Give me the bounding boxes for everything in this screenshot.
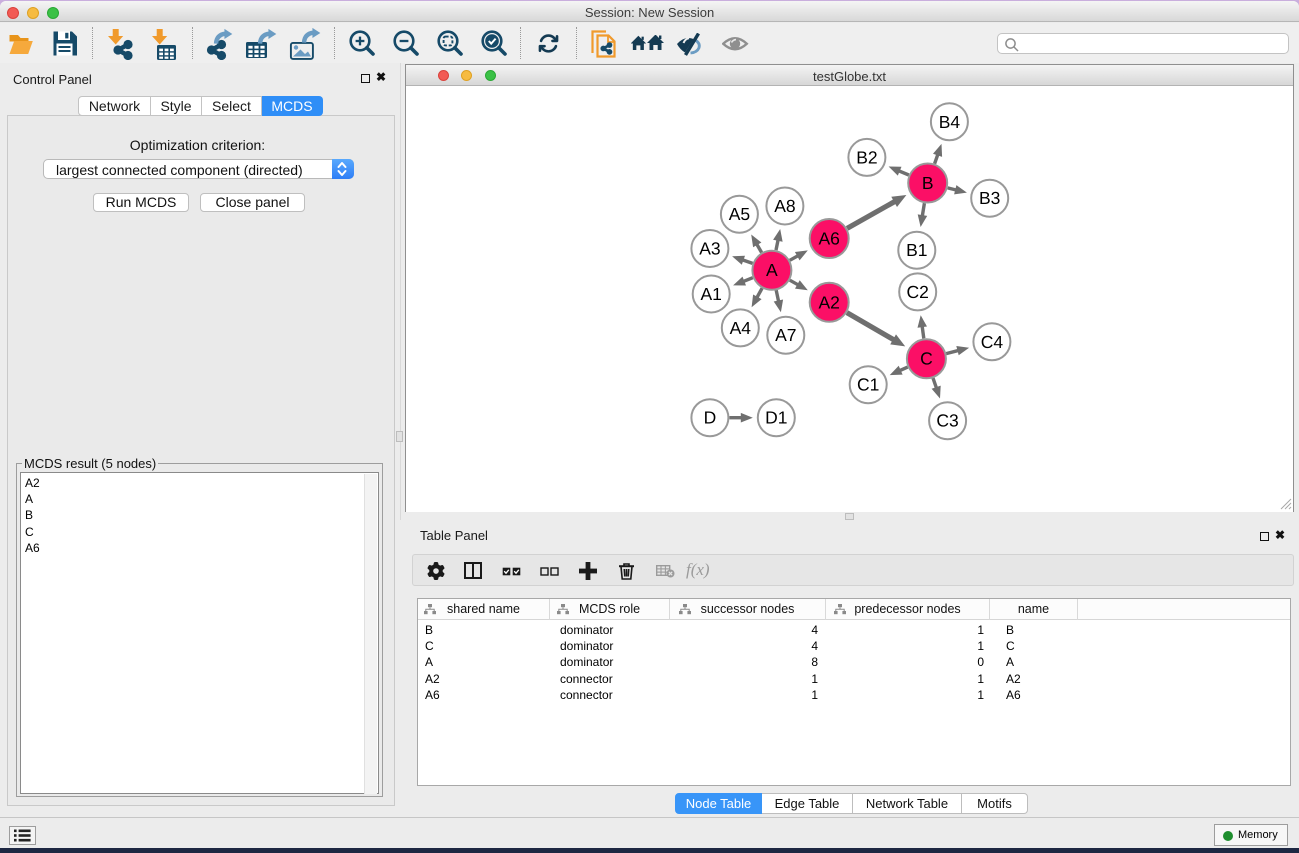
svg-text:A5: A5 [729, 204, 750, 224]
svg-text:B3: B3 [979, 188, 1000, 208]
svg-text:B: B [922, 173, 934, 193]
svg-text:A6: A6 [818, 229, 839, 249]
svg-text:B1: B1 [906, 240, 927, 260]
svg-text:C1: C1 [857, 375, 879, 395]
svg-text:D1: D1 [765, 408, 787, 428]
svg-text:A1: A1 [700, 284, 721, 304]
svg-text:C4: C4 [981, 332, 1004, 352]
svg-text:A: A [766, 260, 778, 280]
svg-text:A4: A4 [730, 318, 752, 338]
svg-text:A2: A2 [818, 292, 839, 312]
svg-text:A3: A3 [699, 239, 720, 259]
svg-text:B2: B2 [856, 147, 877, 167]
svg-text:C3: C3 [936, 411, 958, 431]
svg-text:D: D [704, 408, 717, 428]
svg-text:B4: B4 [939, 112, 961, 132]
svg-text:A7: A7 [775, 325, 796, 345]
svg-text:C: C [920, 349, 933, 369]
svg-text:A8: A8 [774, 196, 795, 216]
svg-text:C2: C2 [907, 282, 929, 302]
